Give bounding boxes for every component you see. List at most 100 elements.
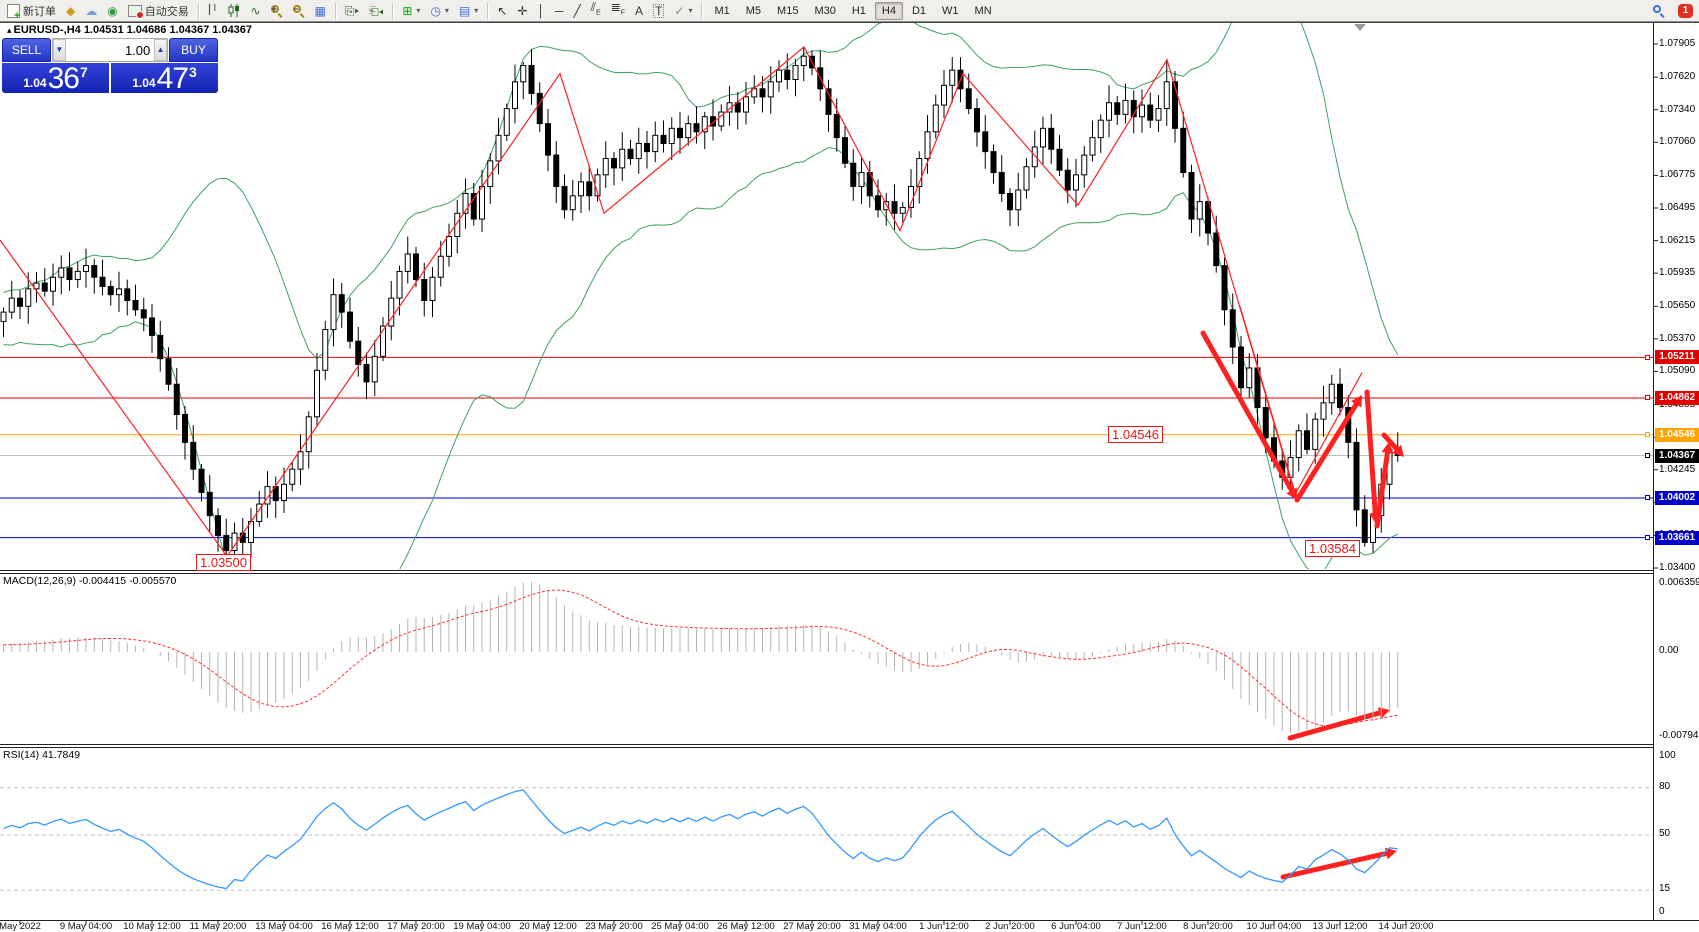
sell-button[interactable]: SELL: [2, 38, 51, 62]
equidistant-channel-button[interactable]: ⫽E: [586, 1, 606, 21]
macd-pane: [4, 582, 1398, 733]
fibonacci-button[interactable]: ≣F: [606, 1, 630, 21]
toolbar-separator: [198, 3, 199, 19]
timeframe-button-d1[interactable]: D1: [905, 2, 933, 20]
timeframe-button-h4[interactable]: H4: [875, 2, 903, 20]
cloud-button[interactable]: ☁: [80, 1, 102, 21]
toolbar-separator: [487, 3, 488, 19]
text-icon: A: [635, 5, 643, 17]
volume-down-button[interactable]: ▼: [53, 39, 66, 61]
timeframe-button-m30[interactable]: M30: [807, 2, 842, 20]
candlestick-chart-button[interactable]: [223, 1, 245, 21]
fibonacci-icon: ≣F: [611, 1, 625, 19]
mt4-window: + 新订单 ◆ ☁ ◉ 自动交易 ꟾ╵ ∿ + − ▦ ⎘▸ ⎗◂ ⊞▾ ◷▾ …: [0, 0, 1699, 932]
cursor-icon: ↖: [497, 5, 507, 17]
timeframe-button-h1[interactable]: H1: [845, 2, 873, 20]
arrow-objects-icon: ✓: [674, 5, 684, 17]
chart-title: ▴EURUSD-,H4 1.04531 1.04686 1.04367 1.04…: [7, 24, 252, 36]
timeframe-button-mn[interactable]: MN: [968, 2, 999, 20]
rsi-pane: [0, 788, 1653, 891]
notification-icon[interactable]: 1: [1678, 4, 1693, 18]
one-click-trade-panel: SELL ▼ ▲ BUY 1.04 36 7 1.04 47 3: [2, 38, 218, 93]
vertical-line-icon: │: [537, 5, 545, 17]
line-chart-icon: ∿: [250, 5, 260, 17]
autotrading-button[interactable]: 自动交易: [123, 1, 194, 21]
autotrading-label: 自动交易: [145, 3, 189, 19]
new-order-icon: +: [7, 4, 20, 18]
pane-frames: [0, 22, 1699, 921]
zoom-out-button[interactable]: −: [288, 1, 310, 21]
shift-marker-icon: [1354, 24, 1366, 31]
sell-price-pip: 7: [80, 64, 88, 80]
zoom-in-icon: +: [271, 5, 283, 17]
chart-shift-button[interactable]: ⎗◂: [364, 1, 388, 21]
trendline-button[interactable]: ╱: [568, 1, 585, 21]
search-button[interactable]: [1648, 1, 1670, 21]
clock-icon: ◷: [430, 5, 440, 17]
timeframe-button-m1[interactable]: M1: [707, 2, 736, 20]
vertical-line-button[interactable]: │: [532, 1, 550, 21]
trendline-icon: ╱: [573, 5, 580, 17]
zoom-in-button[interactable]: +: [266, 1, 288, 21]
indicators-icon: ⊞: [402, 5, 412, 17]
price-level-lines: [0, 357, 1653, 537]
rsi-line: [4, 790, 1398, 889]
cloud-icon: ☁: [85, 5, 97, 17]
timeframe-button-m15[interactable]: M15: [770, 2, 805, 20]
chart-marker-icon: ▴: [7, 25, 12, 35]
macd-signal-line: [4, 590, 1398, 726]
autotrading-icon: [128, 5, 142, 17]
auto-scroll-icon: ⎘▸: [345, 5, 359, 17]
templates-button[interactable]: ▤▾: [454, 1, 483, 21]
sell-price-prefix: 1.04: [23, 76, 46, 90]
signals-button[interactable]: ◉: [102, 1, 122, 21]
new-order-label: 新订单: [23, 3, 56, 19]
chart-canvas[interactable]: [0, 0, 1699, 932]
text-label-icon: T: [653, 4, 664, 18]
signals-icon: ◉: [107, 5, 117, 17]
auto-scroll-button[interactable]: ⎘▸: [340, 1, 364, 21]
chart-shift-icon: ⎗◂: [369, 5, 383, 17]
zoom-out-icon: −: [293, 5, 305, 17]
tile-windows-button[interactable]: ▦: [310, 1, 331, 21]
axis-ticks: [20, 44, 1658, 925]
timeframe-button-m5[interactable]: M5: [739, 2, 768, 20]
thick-arrows: [1203, 333, 1404, 877]
text-label-button[interactable]: T: [648, 1, 669, 21]
styler-button[interactable]: ◆: [61, 1, 80, 21]
timeframe-button-w1[interactable]: W1: [935, 2, 966, 20]
buy-price-big: 47: [157, 66, 188, 92]
sell-price[interactable]: 1.04 36 7: [2, 63, 109, 93]
toolbar-separator: [701, 3, 702, 19]
templates-icon: ▤: [459, 5, 470, 17]
buy-price-pip: 3: [189, 64, 197, 80]
bar-chart-button[interactable]: ꟾ╵: [203, 1, 224, 21]
new-order-button[interactable]: + 新订单: [2, 1, 61, 21]
toolbar-separator: [335, 3, 336, 19]
search-icon: [1653, 5, 1665, 17]
timeframe-bar: M1M5M15M30H1H4D1W1MN: [706, 4, 999, 18]
candles: [1, 47, 1400, 562]
sell-price-big: 36: [48, 66, 79, 92]
text-button[interactable]: A: [630, 1, 648, 21]
buy-price[interactable]: 1.04 47 3: [111, 63, 218, 93]
crosshair-button[interactable]: ✛: [512, 1, 532, 21]
horizontal-line-button[interactable]: ─: [550, 1, 569, 21]
line-chart-button[interactable]: ∿: [245, 1, 265, 21]
indicators-button[interactable]: ⊞▾: [397, 1, 425, 21]
equidistant-channel-icon: ⫽E: [591, 1, 601, 19]
candlestick-chart-icon: [228, 4, 240, 17]
arrows-button[interactable]: ✓▾: [669, 1, 697, 21]
main-toolbar: + 新订单 ◆ ☁ ◉ 自动交易 ꟾ╵ ∿ + − ▦ ⎘▸ ⎗◂ ⊞▾ ◷▾ …: [0, 0, 1699, 22]
volume-up-button[interactable]: ▲: [154, 39, 167, 61]
buy-button[interactable]: BUY: [169, 38, 218, 62]
tile-windows-icon: ▦: [315, 5, 326, 17]
horizontal-line-icon: ─: [555, 5, 564, 17]
volume-input[interactable]: [66, 39, 155, 61]
styler-icon: ◆: [66, 5, 75, 17]
buy-price-prefix: 1.04: [132, 76, 155, 90]
toolbar-separator: [392, 3, 393, 19]
periods-button[interactable]: ◷▾: [425, 1, 454, 21]
bar-chart-icon: ꟾ╵: [208, 5, 219, 17]
cursor-button[interactable]: ↖: [492, 1, 512, 21]
